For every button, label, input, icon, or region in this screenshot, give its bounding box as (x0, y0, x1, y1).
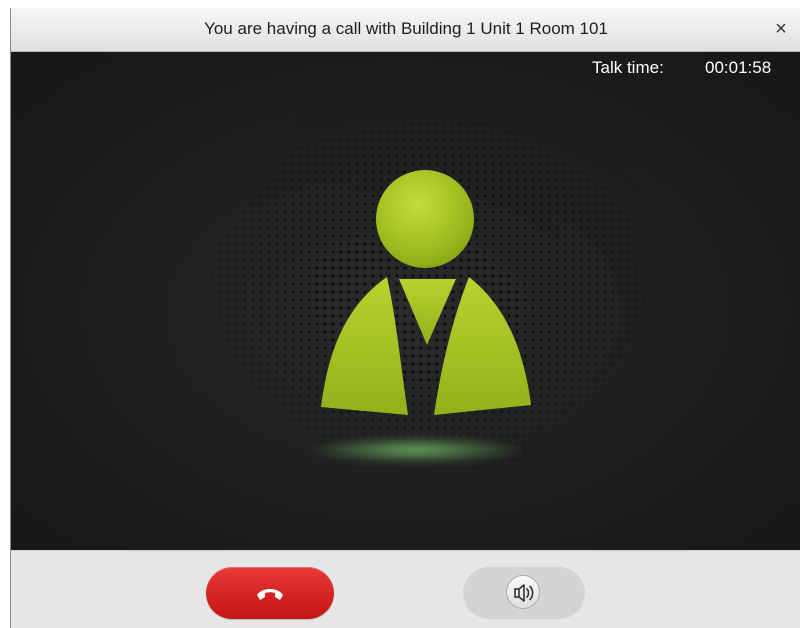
call-controls-bar (11, 550, 800, 628)
speaker-toggle[interactable] (506, 575, 540, 609)
talk-time-value: 00:01:58 (705, 58, 772, 77)
hang-up-phone-icon (257, 589, 283, 600)
close-icon: × (775, 18, 787, 40)
close-button[interactable]: × (769, 17, 793, 41)
call-window: You are having a call with Building 1 Un… (10, 8, 800, 628)
hang-up-button[interactable] (206, 567, 334, 619)
speaker-button[interactable] (463, 567, 585, 619)
speaker-volume-icon (514, 584, 534, 602)
window-title: You are having a call with Building 1 Un… (204, 19, 608, 38)
talk-time-label: Talk time: (592, 58, 664, 77)
contact-avatar-icon (321, 170, 531, 415)
call-display-area: Talk time: 00:01:58 (11, 52, 800, 550)
title-bar: You are having a call with Building 1 Un… (11, 8, 800, 52)
avatar-glow-reflection (311, 437, 521, 463)
